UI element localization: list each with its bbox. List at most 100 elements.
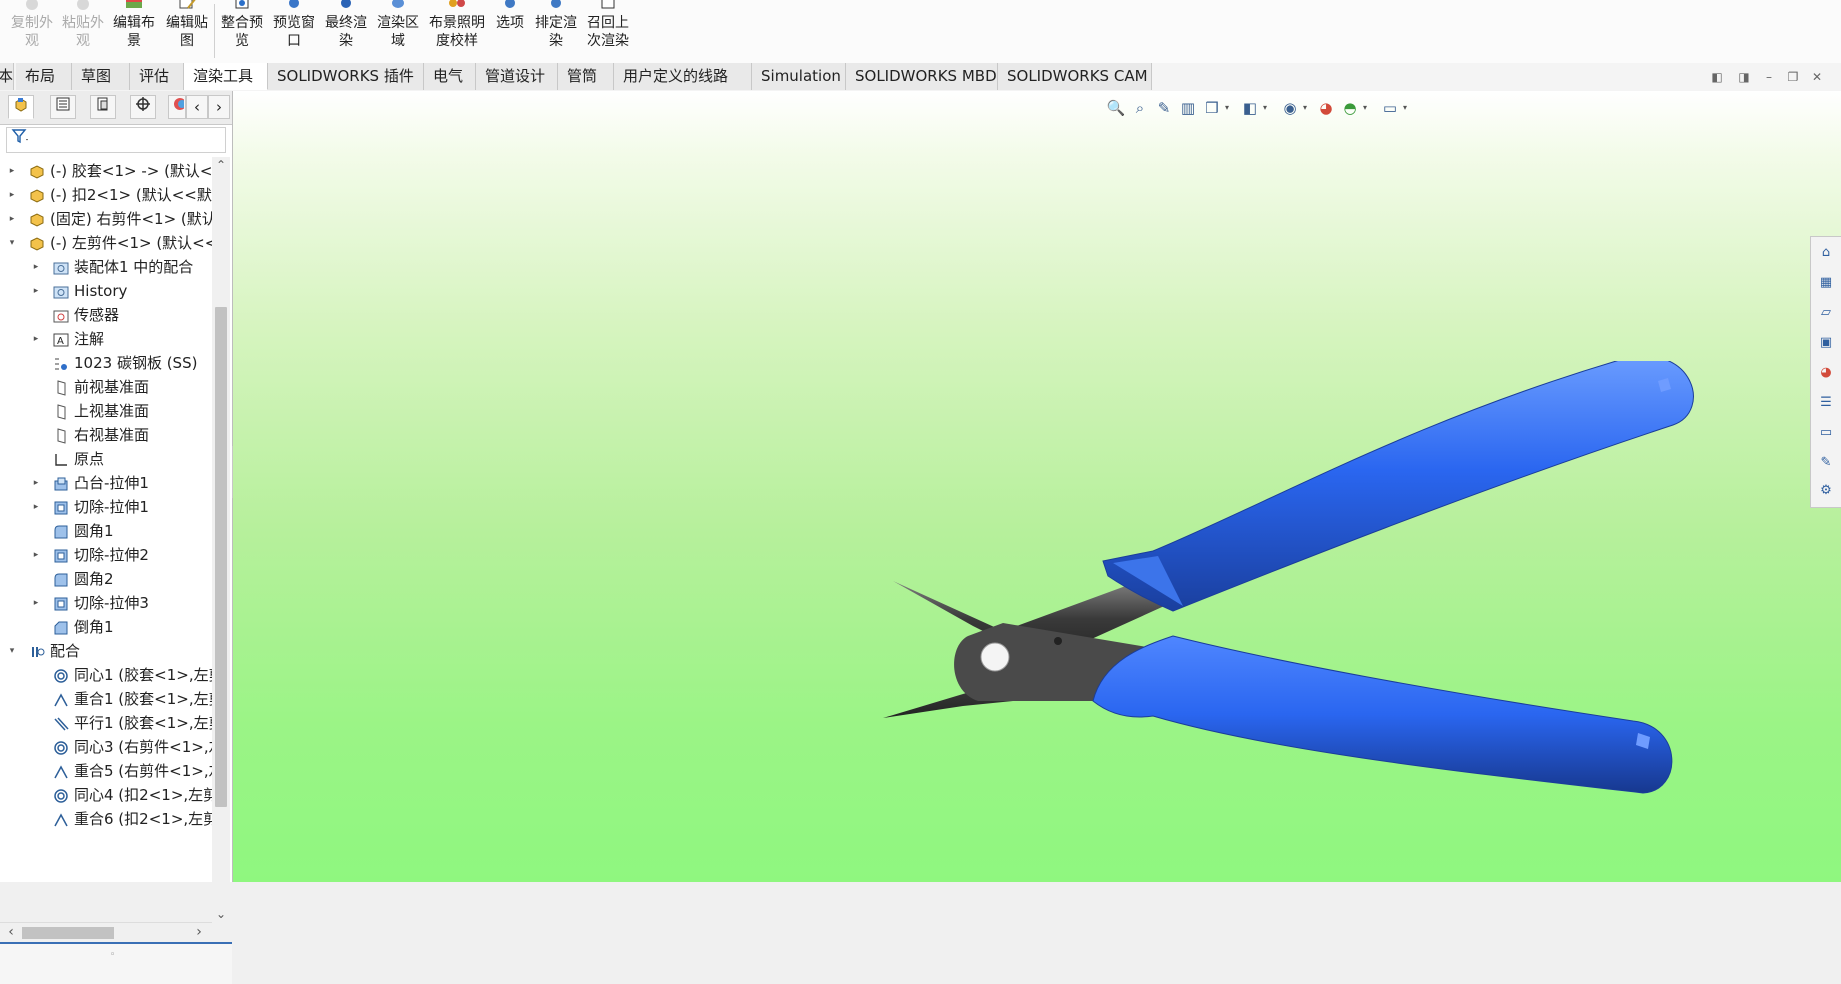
expand-arrow-icon[interactable]: ▸ xyxy=(6,183,18,207)
tree-item[interactable]: ▸ (-) 胶套<1> -> (默认<< xyxy=(0,159,212,183)
scroll-thumb[interactable] xyxy=(215,307,227,807)
tree-item[interactable]: 重合6 (扣2<1>,左剪 xyxy=(0,807,212,831)
tile-right-icon[interactable]: ◨ xyxy=(1737,70,1751,84)
tab-solidworks-mbd[interactable]: SOLIDWORKS MBD xyxy=(846,63,998,90)
configuration-manager-icon[interactable] xyxy=(90,95,116,119)
tree-item[interactable]: ▸ A 注解 xyxy=(0,327,212,351)
tab-sketch[interactable]: 草图 xyxy=(72,63,130,90)
expand-arrow-icon[interactable]: ▸ xyxy=(30,471,42,495)
pane-grip-icon[interactable]: ◦ xyxy=(110,950,115,960)
graphics-viewport[interactable]: 🔍 ⌕ ✎ ▥ ❒ ▾ ◧ ▾ ◉ ▾ ◕ ◓ ▾ ▭ ▾ ⌂ ▦ ▱ ▣ ◕ … xyxy=(233,91,1841,882)
scroll-up-icon[interactable]: ⌃ xyxy=(212,157,230,173)
apply-scene-icon[interactable]: ◓ xyxy=(1339,97,1361,119)
expand-arrow-icon[interactable]: ▸ xyxy=(30,495,42,519)
custom-properties-icon[interactable]: ☰ xyxy=(1816,393,1836,413)
expand-arrow-icon[interactable]: ▸ xyxy=(6,207,18,231)
restore-icon[interactable]: ❐ xyxy=(1786,70,1800,84)
edit-decal-button[interactable]: 编辑贴图 xyxy=(161,0,213,60)
final-render-button[interactable]: 最终渲染 xyxy=(320,0,372,60)
forum-icon[interactable]: ▭ xyxy=(1816,423,1836,443)
tree-item[interactable]: 圆角2 xyxy=(0,567,212,591)
collapse-arrow-icon[interactable]: ▾ xyxy=(6,231,18,255)
tab-tubing[interactable]: 管筒 xyxy=(558,63,614,90)
expand-arrow-icon[interactable]: ▸ xyxy=(30,255,42,279)
tab-layout[interactable]: 布局 xyxy=(16,63,72,90)
tree-item[interactable]: ▸ History xyxy=(0,279,212,303)
scroll-left-icon[interactable]: ‹ xyxy=(2,923,20,941)
tree-item[interactable]: ▸ 装配体1 中的配合 xyxy=(0,255,212,279)
hide-show-dropdown-icon[interactable]: ▾ xyxy=(1301,97,1309,119)
tree-item[interactable]: 重合5 (右剪件<1>,左 xyxy=(0,759,212,783)
recall-last-render-button[interactable]: 召回上次渲染 xyxy=(582,0,634,60)
expand-arrow-icon[interactable]: ▸ xyxy=(30,543,42,567)
display-manager-icon[interactable] xyxy=(168,95,186,119)
view-orientation-icon[interactable]: ❒ xyxy=(1201,97,1223,119)
tree-item[interactable]: 重合1 (胶套<1>,左剪 xyxy=(0,687,212,711)
expand-arrow-icon[interactable]: ▸ xyxy=(30,279,42,303)
render-region-button[interactable]: 渲染区域 xyxy=(372,0,424,60)
section-view-icon[interactable]: ▥ xyxy=(1177,97,1199,119)
tree-item[interactable]: ▸ (固定) 右剪件<1> (默认 xyxy=(0,207,212,231)
scene-illumination-proofing-button[interactable]: 布景照明度校样 xyxy=(426,0,488,60)
collapse-arrow-icon[interactable]: ▾ xyxy=(6,639,18,663)
hscroll-thumb[interactable] xyxy=(22,927,114,939)
tab-solidworks-addins[interactable]: SOLIDWORKS 插件 xyxy=(268,63,424,90)
tree-item[interactable]: 右视基准面 xyxy=(0,423,212,447)
view-orientation-dropdown-icon[interactable]: ▾ xyxy=(1223,97,1231,119)
tree-item[interactable]: ▸ 切除-拉伸2 xyxy=(0,543,212,567)
feature-manager-icon[interactable] xyxy=(8,95,34,119)
home-icon[interactable]: ⌂ xyxy=(1816,243,1836,263)
view-settings-dropdown-icon[interactable]: ▾ xyxy=(1401,97,1409,119)
solidworks-resources-icon[interactable]: ⚙ xyxy=(1816,481,1836,501)
zoom-to-area-icon[interactable]: ⌕ xyxy=(1129,97,1151,119)
tree-filter[interactable] xyxy=(6,127,226,153)
tree-item[interactable]: 传感器 xyxy=(0,303,212,327)
tree-item[interactable]: ▸ 切除-拉伸1 xyxy=(0,495,212,519)
close-icon[interactable]: ✕ xyxy=(1810,70,1824,84)
tree-item[interactable]: ▸ (-) 扣2<1> (默认<<默认 xyxy=(0,183,212,207)
tree-item[interactable]: 上视基准面 xyxy=(0,399,212,423)
minimize-icon[interactable]: – xyxy=(1762,70,1776,84)
edit-appearance-icon[interactable]: ◕ xyxy=(1315,97,1337,119)
tab-piping[interactable]: 管道设计 xyxy=(476,63,558,90)
expand-arrow-icon[interactable]: ▸ xyxy=(30,327,42,351)
tree-item[interactable]: 同心3 (右剪件<1>,左 xyxy=(0,735,212,759)
view-settings-icon[interactable]: ▭ xyxy=(1379,97,1401,119)
tree-item[interactable]: 同心4 (扣2<1>,左剪 xyxy=(0,783,212,807)
tree-item[interactable]: 同心1 (胶套<1>,左剪 xyxy=(0,663,212,687)
edit-scene-button[interactable]: 编辑布景 xyxy=(108,0,160,60)
tab-assembly[interactable]: 本 xyxy=(0,63,14,90)
design-library-icon[interactable]: ▦ xyxy=(1816,273,1836,293)
copy-appearance-button[interactable]: 复制外观 xyxy=(6,0,58,60)
tab-evaluate[interactable]: 评估 xyxy=(130,63,184,90)
toolbox-icon[interactable]: ✎ xyxy=(1816,453,1836,473)
tree-item[interactable]: 1023 碳钢板 (SS) xyxy=(0,351,212,375)
expand-arrow-icon[interactable]: ▸ xyxy=(6,159,18,183)
tree-item[interactable]: 倒角1 xyxy=(0,615,212,639)
property-manager-icon[interactable] xyxy=(50,95,76,119)
display-style-dropdown-icon[interactable]: ▾ xyxy=(1261,97,1269,119)
schedule-render-button[interactable]: 排定渲染 xyxy=(530,0,582,60)
tab-simulation[interactable]: Simulation xyxy=(752,63,846,90)
tree-item[interactable]: 原点 xyxy=(0,447,212,471)
tile-left-icon[interactable]: ◧ xyxy=(1710,70,1724,84)
tree-item[interactable]: 前视基准面 xyxy=(0,375,212,399)
tab-scroll-left-icon[interactable]: ‹ xyxy=(186,95,208,119)
hide-show-items-icon[interactable]: ◉ xyxy=(1279,97,1301,119)
tree-item[interactable]: ▾ 配合 xyxy=(0,639,212,663)
tab-user-defined-routes[interactable]: 用户定义的线路 xyxy=(614,63,752,90)
tree-horizontal-scrollbar[interactable]: ‹ › xyxy=(0,922,212,941)
tree-vertical-scrollbar[interactable]: ⌃ ⌄ xyxy=(212,157,230,922)
previous-view-icon[interactable]: ✎ xyxy=(1153,97,1175,119)
preview-window-button[interactable]: 预览窗口 xyxy=(268,0,320,60)
tree-item[interactable]: ▸ 凸台-拉伸1 xyxy=(0,471,212,495)
tree-item[interactable]: ▸ 切除-拉伸3 xyxy=(0,591,212,615)
tab-solidworks-cam[interactable]: SOLIDWORKS CAM xyxy=(998,63,1152,90)
paste-appearance-button[interactable]: 粘贴外观 xyxy=(57,0,109,60)
scroll-down-icon[interactable]: ⌄ xyxy=(212,906,230,922)
display-style-icon[interactable]: ◧ xyxy=(1239,97,1261,119)
appearances-icon[interactable]: ◕ xyxy=(1816,363,1836,383)
tree-item[interactable]: ▾ (-) 左剪件<1> (默认<<默 xyxy=(0,231,212,255)
zoom-to-fit-icon[interactable]: 🔍 xyxy=(1105,97,1127,119)
integrated-preview-button[interactable]: 整合预览 xyxy=(216,0,268,60)
